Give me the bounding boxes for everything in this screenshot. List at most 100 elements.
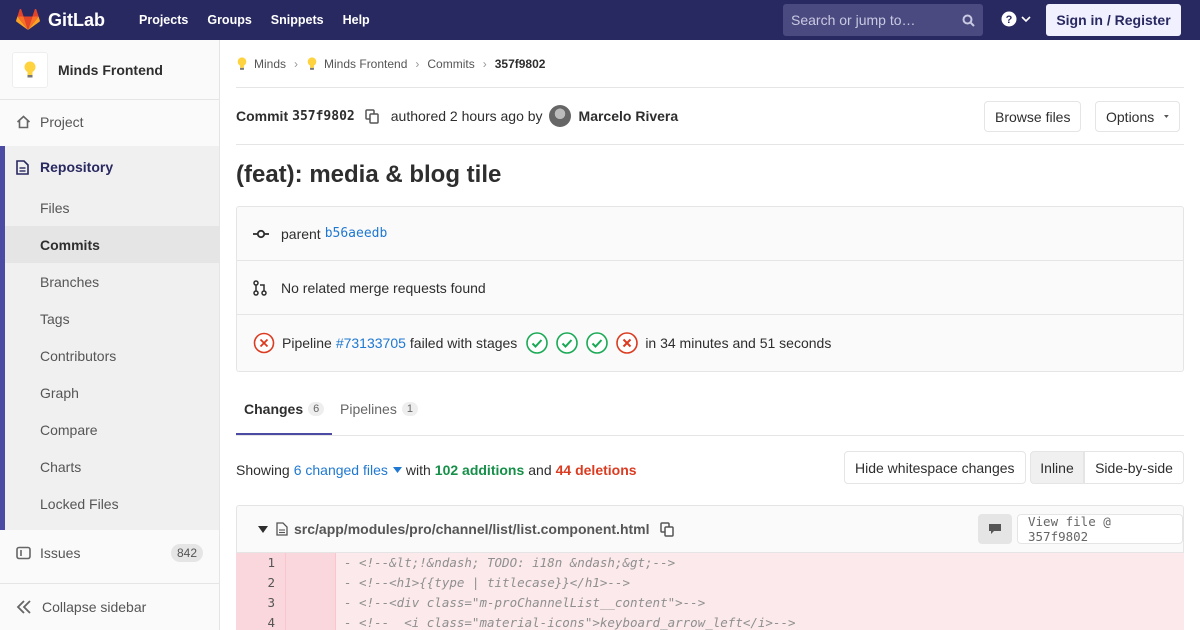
diff-code-lines: 1 - <!--&lt;!&ndash; TODO: i18n &ndash;&… [236, 553, 1184, 630]
pipeline-failed-icon[interactable] [253, 332, 275, 354]
sidebar-item-branches[interactable]: Branches [5, 263, 219, 300]
nav-help[interactable]: Help [343, 13, 370, 27]
inline-view-button[interactable]: Inline [1030, 451, 1084, 484]
breadcrumb-commits[interactable]: Commits [427, 57, 474, 71]
copy-icon[interactable] [365, 108, 379, 124]
line-number[interactable]: 4 [236, 613, 286, 630]
sidebar-project-header[interactable]: Minds Frontend [0, 40, 219, 100]
commit-sha: 357f9802 [292, 108, 355, 124]
with-label: with [405, 462, 431, 478]
stage-success-icon[interactable] [585, 331, 609, 355]
brand-name: GitLab [48, 9, 105, 30]
code-line-text: - <!--<h1>{{type | titlecase}}</h1>--> [344, 575, 630, 590]
avatar[interactable] [548, 105, 571, 127]
issues-count-badge: 842 [170, 544, 203, 562]
collapse-label: Collapse sidebar [42, 599, 147, 615]
code-line-text: - <!-- <i class="material-icons">keyboar… [344, 615, 796, 630]
lightbulb-icon [24, 61, 36, 77]
changed-files-dropdown[interactable]: 6 changed files [294, 462, 402, 478]
sidebar-item-compare[interactable]: Compare [5, 411, 219, 448]
breadcrumb-minds-frontend[interactable]: Minds Frontend [324, 57, 407, 71]
stage-failed-icon[interactable] [615, 331, 639, 355]
nav-snippets[interactable]: Snippets [271, 13, 324, 27]
line-number[interactable]: 2 [236, 573, 286, 593]
lightbulb-icon [237, 56, 247, 70]
diff-file-header: src/app/modules/pro/channel/list/list.co… [236, 505, 1184, 553]
line-number[interactable]: 3 [236, 593, 286, 613]
deletions-count: 44 deletions [555, 462, 637, 478]
caret-down-icon[interactable] [258, 525, 268, 533]
gitlab-tanuki-icon [16, 9, 40, 30]
commit-author[interactable]: Marcelo Rivera [579, 108, 679, 124]
options-dropdown[interactable]: Options [1095, 101, 1180, 132]
collapse-sidebar-button[interactable]: Collapse sidebar [0, 583, 219, 630]
code-line: 2 - <!--<h1>{{type | titlecase}}</h1>--> [236, 573, 1184, 593]
diff-file-path[interactable]: src/app/modules/pro/channel/list/list.co… [294, 521, 650, 537]
sidebar-item-locked-files[interactable]: Locked Files [5, 485, 219, 522]
code-line: 1 - <!--&lt;!&ndash; TODO: i18n &ndash;&… [236, 553, 1184, 573]
browse-files-button[interactable]: Browse files [984, 101, 1082, 132]
sidebar-item-graph[interactable]: Graph [5, 374, 219, 411]
line-number-new [286, 553, 336, 573]
nav-projects[interactable]: Projects [139, 13, 188, 27]
parent-sha-link[interactable]: b56aeedb [325, 226, 388, 241]
parent-label: parent [281, 225, 321, 242]
stage-success-icon[interactable] [555, 331, 579, 355]
code-line: 4 - <!-- <i class="material-icons">keybo… [236, 613, 1184, 630]
commit-info-box: parent b56aeedb No related merge request… [236, 206, 1184, 372]
commit-tabs: Changes 6 Pipelines 1 [236, 372, 1184, 436]
stage-success-icon[interactable] [525, 331, 549, 355]
caret-down-icon [392, 467, 402, 473]
sidebar: Minds Frontend Project Repository Files … [0, 40, 220, 630]
side-by-side-view-button[interactable]: Side-by-side [1084, 451, 1184, 484]
nav-groups[interactable]: Groups [207, 13, 251, 27]
sidebar-item-tags[interactable]: Tags [5, 300, 219, 337]
sidebar-item-repository[interactable]: Repository [0, 149, 219, 185]
gitlab-logo[interactable]: GitLab [16, 9, 105, 31]
pipeline-id-link[interactable]: #73133705 [336, 335, 406, 351]
parent-row: parent b56aeedb [237, 207, 1183, 261]
project-name: Minds Frontend [58, 61, 163, 78]
hide-whitespace-button[interactable]: Hide whitespace changes [844, 451, 1026, 484]
toggle-comments-button[interactable] [978, 514, 1012, 544]
breadcrumb: Minds › Minds Frontend › Commits › 357f9… [236, 40, 1184, 88]
sidebar-item-label: Repository [40, 159, 114, 175]
search-icon [962, 14, 975, 27]
sidebar-item-issues[interactable]: Issues 842 [0, 535, 219, 571]
sidebar-item-contributors[interactable]: Contributors [5, 337, 219, 374]
file-icon [276, 522, 288, 536]
copy-icon[interactable] [659, 521, 674, 537]
and-label: and [528, 462, 552, 478]
showing-label: Showing [236, 462, 290, 478]
breadcrumb-minds[interactable]: Minds [254, 57, 286, 71]
line-number-new [286, 593, 336, 613]
search-input[interactable]: Search or jump to… [783, 4, 983, 36]
breadcrumb-sha[interactable]: 357f9802 [495, 57, 546, 71]
line-number[interactable]: 1 [236, 553, 286, 573]
sidebar-item-project[interactable]: Project [0, 104, 219, 140]
tab-count: 6 [308, 402, 325, 416]
pipeline-status-text: failed with stages [409, 335, 518, 351]
project-avatar [12, 51, 48, 88]
tab-pipelines[interactable]: Pipelines 1 [340, 401, 418, 417]
tab-changes[interactable]: Changes 6 [244, 401, 325, 417]
nav-links: Projects Groups Snippets Help [139, 13, 389, 27]
lightbulb-icon [307, 56, 317, 70]
pipeline-duration: in 34 minutes and 51 seconds [645, 335, 832, 351]
sidebar-item-files[interactable]: Files [5, 189, 219, 226]
svg-text:?: ? [1006, 14, 1013, 26]
breadcrumb-separator: › [482, 56, 487, 71]
chevron-down-icon [1021, 16, 1031, 23]
home-icon [16, 115, 31, 129]
tab-count: 1 [401, 402, 418, 416]
sidebar-item-commits[interactable]: Commits [5, 226, 219, 263]
pipeline-label: Pipeline [282, 335, 332, 351]
commit-authored: authored 2 hours ago by [390, 108, 543, 124]
sidebar-item-charts[interactable]: Charts [5, 448, 219, 485]
code-line-text: - <!--<div class="m-proChannelList__cont… [344, 595, 706, 610]
line-number-new [286, 613, 336, 630]
help-dropdown[interactable]: ? [1001, 11, 1031, 27]
sign-in-button[interactable]: Sign in / Register [1046, 4, 1181, 36]
view-file-button[interactable]: View file @ 357f9802 [1017, 514, 1183, 544]
top-navbar: GitLab Projects Groups Snippets Help Sea… [0, 0, 1200, 40]
